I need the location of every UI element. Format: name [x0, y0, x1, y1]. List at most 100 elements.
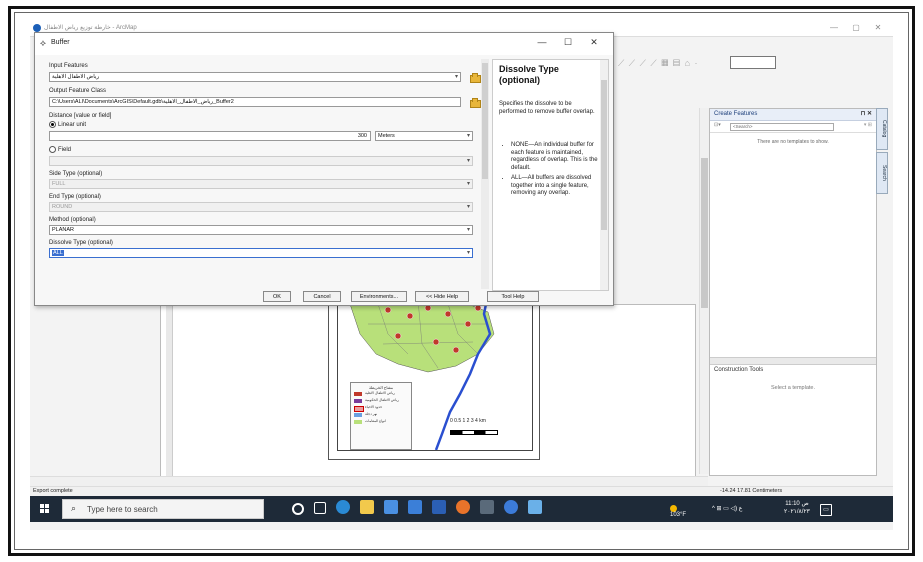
- hide-help-button[interactable]: << Hide Help: [415, 291, 469, 302]
- help-scrollbar[interactable]: [600, 60, 608, 290]
- photos-icon[interactable]: [528, 500, 542, 514]
- panel-splitter[interactable]: [710, 357, 876, 365]
- legend-row: رياض الاطفال الاهلية: [351, 390, 411, 397]
- create-features-panel: Create Features ⊓ ✕ ⊡▾ <Search> ▾ ⊞ Ther…: [709, 108, 877, 476]
- map-vertical-scrollbar[interactable]: [699, 108, 709, 474]
- template-search-input[interactable]: <Search>: [730, 123, 834, 131]
- tool-help-button[interactable]: Tool Help: [487, 291, 539, 302]
- arcgis-icon[interactable]: [504, 500, 518, 514]
- taskbar-search-input[interactable]: ⌕ Type here to search: [62, 499, 264, 519]
- environments-button[interactable]: Environments...: [351, 291, 407, 302]
- clock-date: ٢٠٢١/٨/٢٣: [784, 509, 810, 515]
- method-select[interactable]: PLANAR ▾: [49, 225, 473, 235]
- search-tab[interactable]: Search: [876, 152, 888, 194]
- input-features-label: Input Features: [49, 63, 88, 69]
- dialog-title: Buffer: [51, 39, 70, 46]
- minimize-button[interactable]: —: [823, 23, 845, 32]
- linear-unit-radio[interactable]: Linear unit: [49, 121, 86, 128]
- side-type-label: Side Type (optional): [49, 171, 103, 177]
- dialog-maximize-button[interactable]: ☐: [555, 37, 581, 48]
- scrollbar-thumb[interactable]: [601, 80, 607, 230]
- input-features-value: رياض الاطفال الاهلية: [52, 74, 100, 80]
- distance-unit-value: Meters: [378, 133, 395, 139]
- file-explorer-icon[interactable]: [360, 500, 374, 514]
- organize-templates-icon[interactable]: ⊡▾: [714, 122, 721, 128]
- distance-value-input[interactable]: 300: [49, 131, 371, 141]
- ok-button[interactable]: OK: [263, 291, 291, 302]
- cancel-button[interactable]: Cancel: [303, 291, 341, 302]
- help-item: NONE—An individual buffer for each featu…: [511, 142, 607, 172]
- windows-taskbar: ⌕ Type here to search 103°F ^ ⊞ ▭ ◁) ع 1…: [30, 496, 893, 522]
- form-scrollbar[interactable]: [481, 59, 489, 289]
- map-frame: مفتاح الخريطة رياض الاطفال الاهلية رياض …: [337, 293, 533, 451]
- cortana-icon[interactable]: [292, 503, 304, 515]
- select-template-text: Select a template.: [770, 385, 816, 391]
- dropdown-arrow-icon: ▾: [466, 133, 470, 139]
- notification-icon[interactable]: ▭: [820, 504, 832, 516]
- scalebar: [450, 430, 498, 435]
- field-radio[interactable]: Field: [49, 146, 71, 153]
- edge-icon[interactable]: [336, 500, 350, 514]
- maximize-button[interactable]: ▢: [845, 23, 867, 32]
- toolbar-input[interactable]: [730, 56, 776, 69]
- create-features-toolbar: ⊡▾ <Search> ▾ ⊞: [710, 121, 876, 133]
- legend-swatch: [354, 399, 362, 403]
- end-type-label: End Type (optional): [49, 194, 101, 200]
- input-features-select[interactable]: رياض الاطفال الاهلية ▾: [49, 72, 461, 82]
- dropdown-arrow-icon: ▾: [466, 181, 470, 187]
- create-features-header: Create Features ⊓ ✕: [710, 109, 876, 121]
- linear-unit-label: Linear unit: [58, 122, 87, 129]
- browse-folder-icon[interactable]: [469, 97, 481, 108]
- kindergarten-marker: [452, 346, 460, 354]
- mail-icon[interactable]: [408, 500, 422, 514]
- tray-icons[interactable]: ^ ⊞ ▭ ◁) ع: [712, 505, 742, 512]
- distance-unit-select[interactable]: Meters ▾: [375, 131, 473, 141]
- legend-label: انواع المقامات: [365, 419, 386, 423]
- status-message: Export complete: [33, 488, 73, 494]
- task-view-icon[interactable]: [314, 502, 326, 514]
- search-placeholder: Type here to search: [87, 505, 158, 514]
- method-value: PLANAR: [52, 227, 75, 233]
- kindergarten-marker: [384, 306, 392, 314]
- construction-tools-header: Construction Tools: [714, 367, 764, 373]
- dialog-button-row: OK Cancel Environments... << Hide Help T…: [35, 289, 613, 305]
- weather-widget[interactable]: 103°F: [670, 505, 686, 518]
- field-select[interactable]: ▾: [49, 156, 473, 166]
- toolbar-icons[interactable]: ⟋ ⟋ ⟋ ⟋ ▦ ▤ ⌂ ·: [618, 58, 699, 69]
- editor-toolbar: ⟋ ⟋ ⟋ ⟋ ▦ ▤ ⌂ ·: [618, 56, 888, 72]
- scrollbar-thumb[interactable]: [482, 63, 488, 179]
- help-item: ALL—All buffers are dissolved together i…: [511, 175, 607, 198]
- kindergarten-marker: [432, 338, 440, 346]
- field-label: Field: [58, 147, 72, 154]
- map-layout-page: مفتاح الخريطة رياض الاطفال الاهلية رياض …: [328, 286, 540, 460]
- word-icon[interactable]: [432, 500, 446, 514]
- close-button[interactable]: ✕: [867, 23, 889, 32]
- open-folder-icon[interactable]: [469, 72, 481, 83]
- windows-start-icon[interactable]: [40, 504, 50, 514]
- dialog-minimize-button[interactable]: —: [529, 37, 555, 47]
- output-feature-class-input[interactable]: C:\Users\ALI\Documents\ArcGIS\Default.gd…: [49, 97, 461, 107]
- kindergarten-marker: [444, 310, 452, 318]
- end-type-select[interactable]: ROUND ▾: [49, 202, 473, 212]
- pin-close-icon[interactable]: ⊓ ✕: [861, 109, 872, 120]
- scrollbar-thumb[interactable]: [701, 158, 708, 308]
- legend-label: رياض الاطفال الحكومية: [365, 398, 399, 402]
- dropdown-arrow-icon: ▾: [466, 158, 470, 164]
- help-title: Dissolve Type (optional): [499, 64, 559, 85]
- toc-scrollbar[interactable]: [166, 304, 173, 476]
- method-label: Method (optional): [49, 217, 96, 223]
- scalebar-ticks: 0 0.5 1 2 3 4: [450, 418, 478, 424]
- dialog-window-controls: — ☐ ✕: [529, 37, 607, 48]
- distance-label: Distance [value or field]: [49, 113, 112, 119]
- store-icon[interactable]: [384, 500, 398, 514]
- dissolve-type-select[interactable]: ALL ▾: [49, 248, 473, 258]
- firefox-icon[interactable]: [456, 500, 470, 514]
- help-list: NONE—An individual buffer for each featu…: [499, 142, 607, 201]
- screen: خارطة توزيع رياض الاطفال - ArcMap — ▢ ✕ ⟋ …: [30, 22, 893, 530]
- catalog-tab[interactable]: Catalog: [876, 108, 888, 150]
- dialog-close-button[interactable]: ✕: [581, 37, 607, 48]
- clock[interactable]: 11:10 ص ٢٠٢١/٨/٢٣: [784, 500, 810, 516]
- search-options-icon[interactable]: ▾ ⊞: [864, 122, 872, 128]
- side-type-select[interactable]: FULL ▾: [49, 179, 473, 189]
- app-icon[interactable]: [480, 500, 494, 514]
